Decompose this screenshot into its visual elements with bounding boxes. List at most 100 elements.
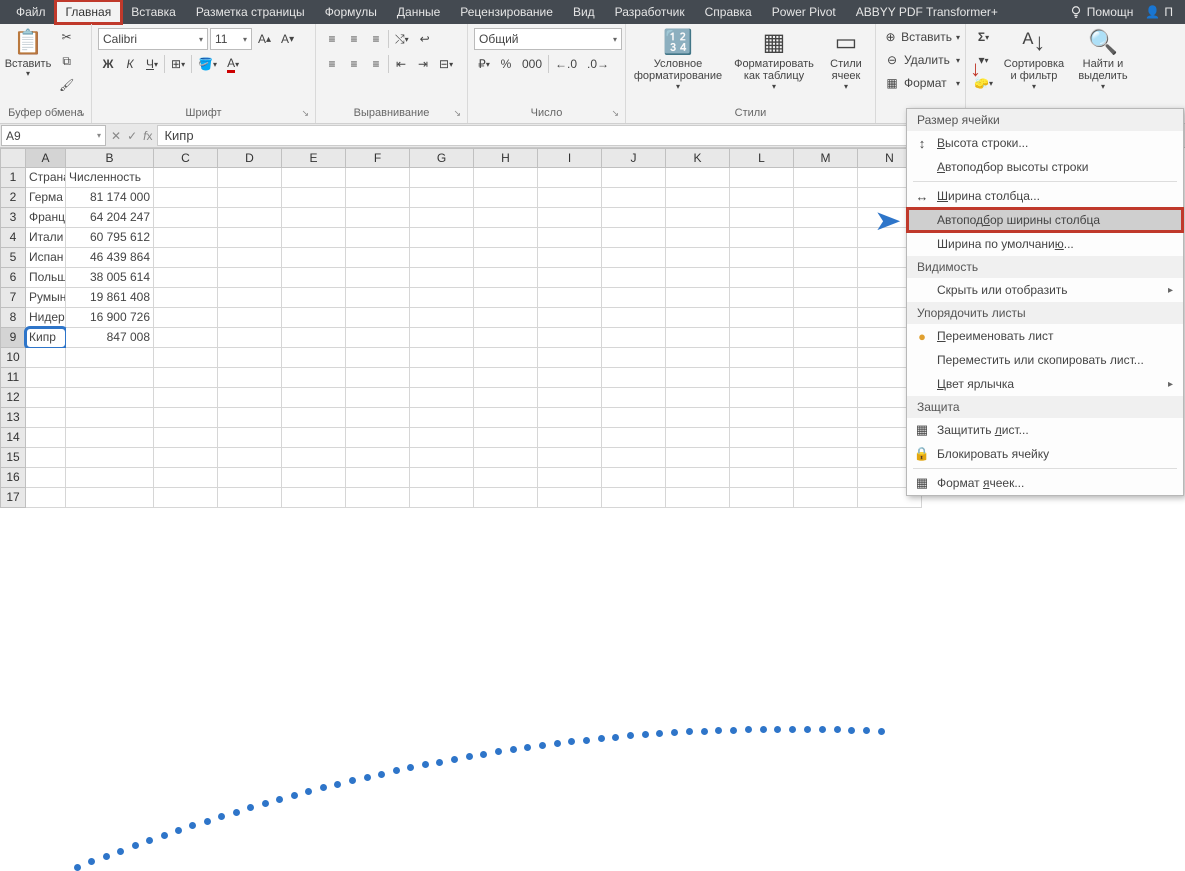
cell[interactable] <box>474 208 538 228</box>
cell[interactable] <box>474 368 538 388</box>
cell[interactable] <box>282 448 346 468</box>
cell[interactable] <box>602 168 666 188</box>
cell[interactable] <box>666 368 730 388</box>
cell[interactable]: Итали <box>26 228 66 248</box>
cell[interactable] <box>538 228 602 248</box>
cell[interactable] <box>666 308 730 328</box>
cell[interactable] <box>154 388 218 408</box>
cell[interactable] <box>666 488 730 508</box>
cell[interactable] <box>346 168 410 188</box>
cell[interactable] <box>538 248 602 268</box>
sort-filter-button[interactable]: ᴬ↓ Сортировка и фильтр▾ <box>1000 26 1068 95</box>
row-header[interactable]: 8 <box>0 308 26 328</box>
font-size-select[interactable]: 11▾ <box>210 28 252 50</box>
cell[interactable] <box>218 388 282 408</box>
menu-move-copy-sheet[interactable]: Переместить или скопировать лист... <box>907 348 1183 372</box>
number-format-select[interactable]: Общий▾ <box>474 28 622 50</box>
cell[interactable] <box>154 288 218 308</box>
border-button[interactable]: ⊞ ▾ <box>167 53 189 75</box>
tab-powerpivot[interactable]: Power Pivot <box>762 1 846 23</box>
menu-row-height[interactable]: ↕Высота строки... <box>907 131 1183 155</box>
cell[interactable] <box>474 268 538 288</box>
cell[interactable] <box>410 488 474 508</box>
column-header[interactable]: B <box>66 148 154 168</box>
cell[interactable] <box>538 388 602 408</box>
cell[interactable] <box>602 428 666 448</box>
cell[interactable] <box>794 428 858 448</box>
insert-cells-button[interactable]: ⊕Вставить ▾ <box>880 26 964 48</box>
cell[interactable] <box>66 408 154 428</box>
cell[interactable] <box>538 348 602 368</box>
cell[interactable] <box>346 208 410 228</box>
align-middle-button[interactable]: ≡ <box>344 28 364 50</box>
tab-review[interactable]: Рецензирование <box>450 1 563 23</box>
align-bottom-button[interactable]: ≡ <box>366 28 386 50</box>
cell[interactable] <box>282 328 346 348</box>
tab-view[interactable]: Вид <box>563 1 605 23</box>
tab-help[interactable]: Справка <box>695 1 762 23</box>
column-header[interactable]: A <box>26 148 66 168</box>
cell[interactable] <box>602 308 666 328</box>
menu-hide-unhide[interactable]: Скрыть или отобразить▸ <box>907 278 1183 302</box>
menu-lock-cell[interactable]: 🔒Блокировать ячейку <box>907 442 1183 466</box>
row-header[interactable]: 15 <box>0 448 26 468</box>
cell[interactable] <box>346 268 410 288</box>
cell[interactable] <box>538 448 602 468</box>
cell[interactable]: Страна <box>26 168 66 188</box>
cell[interactable] <box>730 248 794 268</box>
row-header[interactable]: 2 <box>0 188 26 208</box>
cell[interactable] <box>410 228 474 248</box>
cell[interactable] <box>794 228 858 248</box>
menu-autofit-column-width[interactable]: Автоподбор ширины столбца <box>907 208 1183 232</box>
cell[interactable] <box>346 488 410 508</box>
cell[interactable] <box>730 228 794 248</box>
menu-column-width[interactable]: ↔Ширина столбца... <box>907 184 1183 208</box>
cell[interactable]: Польш <box>26 268 66 288</box>
cell[interactable] <box>730 368 794 388</box>
cell[interactable]: Франц <box>26 208 66 228</box>
cell[interactable] <box>730 168 794 188</box>
autosum-button[interactable]: Σ ▾ <box>970 26 997 48</box>
font-name-select[interactable]: Calibri▾ <box>98 28 208 50</box>
cell[interactable] <box>474 488 538 508</box>
cell[interactable] <box>666 168 730 188</box>
cell[interactable] <box>538 368 602 388</box>
cell[interactable] <box>218 308 282 328</box>
cell[interactable] <box>66 468 154 488</box>
cell[interactable] <box>282 348 346 368</box>
cell[interactable]: Испан <box>26 248 66 268</box>
cell[interactable] <box>154 268 218 288</box>
cell[interactable]: 60 795 612 <box>66 228 154 248</box>
select-all-corner[interactable] <box>0 148 26 168</box>
wrap-text-button[interactable]: ↩ <box>415 28 435 50</box>
column-header[interactable]: J <box>602 148 666 168</box>
cell[interactable] <box>282 188 346 208</box>
cell[interactable] <box>154 228 218 248</box>
cell[interactable]: 19 861 408 <box>66 288 154 308</box>
cell[interactable] <box>282 428 346 448</box>
cell[interactable] <box>538 208 602 228</box>
cell[interactable] <box>474 248 538 268</box>
cell[interactable] <box>730 488 794 508</box>
cell[interactable] <box>410 348 474 368</box>
cell[interactable] <box>538 268 602 288</box>
column-header[interactable]: D <box>218 148 282 168</box>
cell[interactable] <box>538 488 602 508</box>
cell[interactable] <box>602 328 666 348</box>
paste-button[interactable]: 📋 Вставить ▾ <box>4 26 52 83</box>
column-header[interactable]: G <box>410 148 474 168</box>
increase-indent-button[interactable]: ⇥ <box>413 53 433 75</box>
row-header[interactable]: 7 <box>0 288 26 308</box>
cell[interactable] <box>282 488 346 508</box>
cell[interactable] <box>26 368 66 388</box>
cell[interactable] <box>602 208 666 228</box>
cell[interactable] <box>474 328 538 348</box>
cell[interactable] <box>474 388 538 408</box>
decrease-indent-button[interactable]: ⇤ <box>391 53 411 75</box>
cell[interactable] <box>730 208 794 228</box>
cell[interactable]: 38 005 614 <box>66 268 154 288</box>
cell[interactable] <box>218 168 282 188</box>
tab-abbyy[interactable]: ABBYY PDF Transformer+ <box>846 1 1008 23</box>
cell[interactable]: Кипр <box>26 328 66 348</box>
cell[interactable] <box>794 328 858 348</box>
